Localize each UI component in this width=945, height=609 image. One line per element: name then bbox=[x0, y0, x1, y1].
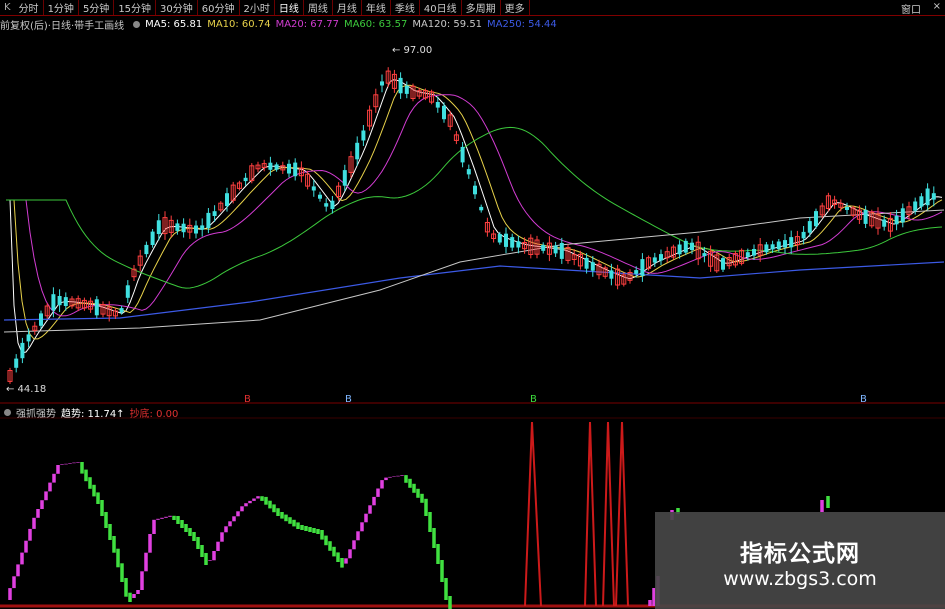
high-price-label: ← 97.00 bbox=[392, 45, 432, 56]
candle-body-down bbox=[466, 169, 471, 175]
candle-body-down bbox=[268, 162, 273, 170]
candle-body-down bbox=[39, 313, 43, 326]
candle-body-down bbox=[94, 299, 99, 316]
candle-body-down bbox=[460, 146, 465, 163]
bottom-signal-spike bbox=[602, 421, 615, 607]
candle-body-down bbox=[683, 240, 688, 253]
candle-body-down bbox=[721, 258, 725, 270]
candle-body-down bbox=[119, 308, 124, 313]
candle-body-down bbox=[318, 194, 322, 199]
candle-body-down bbox=[584, 257, 589, 269]
candle-body-down bbox=[274, 164, 279, 170]
candle-body-down bbox=[404, 85, 409, 94]
candle-body-down bbox=[51, 294, 56, 311]
candle-body-down bbox=[913, 201, 918, 211]
candle-body-down bbox=[590, 262, 595, 271]
candle-body-down bbox=[150, 231, 155, 245]
candle-body-down bbox=[677, 244, 682, 255]
candle-body-down bbox=[181, 223, 186, 233]
candle-body-down bbox=[659, 254, 663, 261]
candle-body-down bbox=[553, 245, 558, 254]
candle-body-down bbox=[330, 200, 335, 209]
watermark-title: 指标公式网 bbox=[740, 541, 860, 567]
candle-body-down bbox=[57, 296, 62, 306]
bottom-signal-spike bbox=[524, 421, 542, 607]
candle-body-down bbox=[783, 240, 787, 248]
candle-body-down bbox=[814, 211, 818, 227]
candle-body-down bbox=[473, 185, 477, 195]
candle-body-down bbox=[293, 162, 298, 177]
signal-marker: B bbox=[345, 394, 352, 405]
candle-body-down bbox=[789, 237, 794, 248]
candle-body-down bbox=[690, 242, 694, 250]
candle-body-down bbox=[752, 249, 756, 256]
candle-body-down bbox=[14, 358, 19, 368]
candle-body-down bbox=[361, 130, 366, 141]
candle-body-down bbox=[652, 257, 657, 263]
candle-body-down bbox=[398, 77, 403, 94]
candle-body-down bbox=[26, 334, 31, 342]
candle-body-down bbox=[900, 208, 905, 223]
candle-body-down bbox=[342, 170, 347, 186]
candle-body-down bbox=[764, 244, 769, 253]
bottom-signal-spike bbox=[615, 421, 629, 607]
candle-body-down bbox=[63, 297, 68, 306]
ma60-line bbox=[6, 126, 943, 289]
candle-body-down bbox=[287, 163, 291, 174]
candle-body-down bbox=[144, 244, 149, 255]
candle-body-down bbox=[225, 193, 229, 207]
signal-marker: B bbox=[530, 394, 537, 405]
signal-marker: B bbox=[860, 394, 867, 405]
candle-body-down bbox=[634, 270, 639, 274]
candle-body-down bbox=[435, 102, 440, 108]
candle-body-down bbox=[894, 215, 899, 225]
candle-body-down bbox=[516, 241, 521, 248]
candle-body-down bbox=[925, 188, 930, 206]
candle-body-down bbox=[206, 212, 211, 229]
candle-body-down bbox=[20, 342, 25, 359]
candle-body-down bbox=[931, 193, 936, 200]
low-price-label: ← 44.18 bbox=[6, 384, 46, 395]
candle-body-down bbox=[324, 203, 329, 207]
ma250-line bbox=[3, 261, 945, 321]
watermark-overlay: 指标公式网 www.zbgs3.com bbox=[655, 512, 945, 609]
ma5-line bbox=[6, 79, 943, 354]
candle-body-down bbox=[702, 253, 707, 257]
candle-body-down bbox=[609, 270, 614, 279]
candle-body-down bbox=[770, 244, 775, 250]
candle-body-down bbox=[355, 142, 360, 160]
stock-chart-window: K 分时 1分钟 5分钟 15分钟 30分钟 60分钟 2小时 日线 周线 月线 年线 季线 40日线多… bbox=[0, 0, 945, 609]
candle-body-down bbox=[125, 285, 130, 298]
candle-body-down bbox=[801, 231, 806, 239]
ma120-line bbox=[3, 209, 945, 333]
candle-body-down bbox=[559, 243, 564, 259]
candle-body-down bbox=[156, 220, 161, 234]
ma20-line bbox=[6, 94, 943, 317]
candle-body-down bbox=[200, 225, 205, 230]
candle-body-down bbox=[212, 211, 217, 216]
candle-body-down bbox=[243, 177, 248, 182]
candle-body-down bbox=[442, 105, 446, 120]
candle-body-down bbox=[919, 196, 924, 207]
candle-body-down bbox=[479, 206, 484, 211]
candle-body-down bbox=[863, 209, 868, 224]
candle-body-down bbox=[541, 244, 546, 251]
candle-body-down bbox=[510, 237, 515, 248]
bottom-signal-spike bbox=[584, 421, 597, 607]
candle-body-down bbox=[175, 223, 180, 231]
candle-body-down bbox=[194, 225, 198, 234]
candle-body-down bbox=[745, 252, 750, 257]
candle-body-down bbox=[807, 221, 812, 233]
candle-body-down bbox=[640, 259, 645, 276]
candle-body-down bbox=[845, 207, 849, 210]
watermark-url: www.zbgs3.com bbox=[723, 568, 877, 590]
candle-body-down bbox=[504, 233, 508, 247]
ma10-line bbox=[6, 84, 943, 340]
candle-body-down bbox=[776, 241, 781, 250]
candle-body-down bbox=[380, 81, 384, 86]
candle-body-down bbox=[497, 234, 502, 243]
candle-body-down bbox=[311, 186, 316, 191]
signal-marker: B bbox=[244, 394, 251, 405]
candle-body-down bbox=[882, 219, 887, 227]
